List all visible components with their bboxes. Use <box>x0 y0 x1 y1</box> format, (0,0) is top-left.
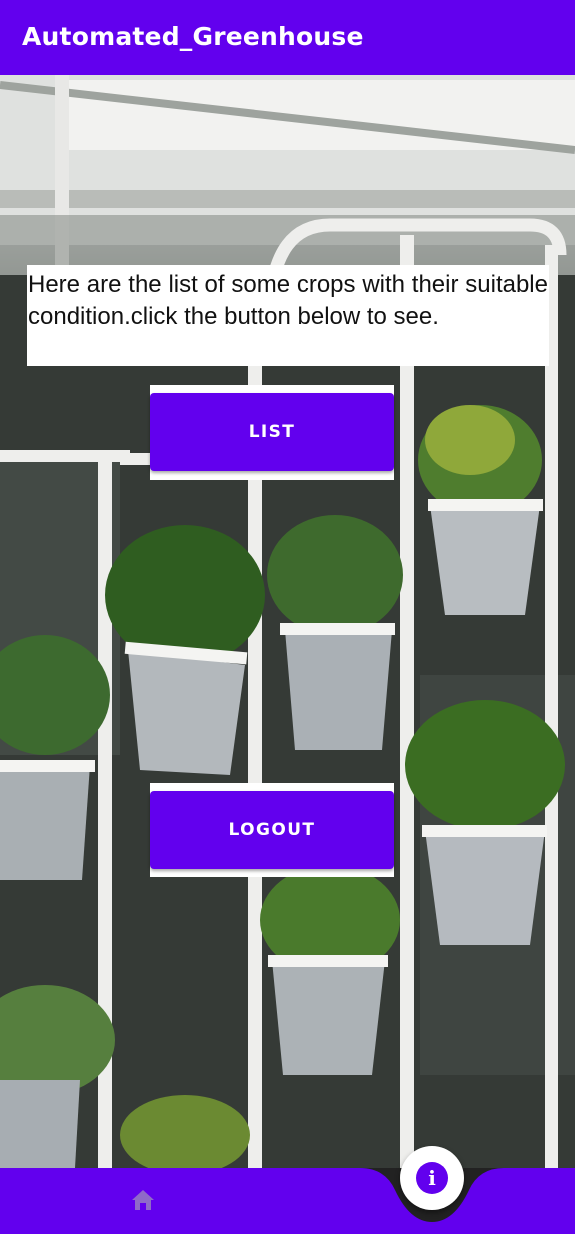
info-fab-button[interactable]: i <box>400 1146 464 1210</box>
background-image <box>0 75 575 1168</box>
app-bar: Automated_Greenhouse <box>0 0 575 75</box>
list-button[interactable]: LIST <box>150 393 394 471</box>
info-icon: i <box>416 1162 448 1194</box>
list-button-container: LIST <box>150 385 394 480</box>
intro-text: Here are the list of some crops with the… <box>27 265 549 366</box>
logout-button[interactable]: LOGOUT <box>150 791 394 869</box>
home-icon[interactable] <box>130 1188 156 1217</box>
app-title: Automated_Greenhouse <box>22 22 364 51</box>
logout-button-container: LOGOUT <box>150 783 394 877</box>
bottom-navigation-bar <box>0 1168 575 1234</box>
